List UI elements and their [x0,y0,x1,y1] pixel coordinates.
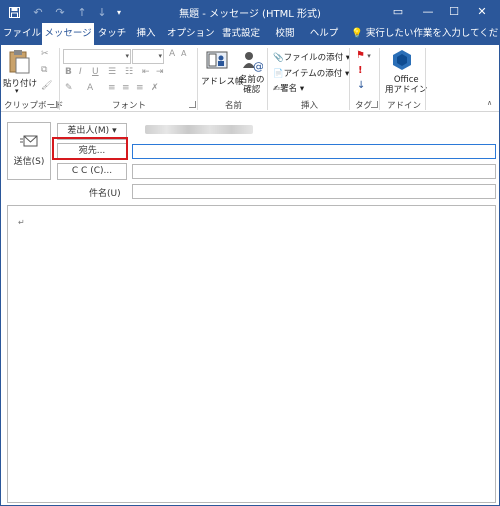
addins-group-label: アドイン [387,101,422,111]
tags-group-label: タグ [355,101,373,111]
high-importance-icon[interactable]: ! [358,65,363,76]
numbering-icon[interactable]: ☷ [125,67,133,77]
address-book-icon[interactable] [206,50,230,72]
attach-item-button[interactable]: 📄アイテムの添付 ▾ [273,67,349,79]
office-addins-icon[interactable] [392,49,414,73]
send-button[interactable]: 送信(S) [7,122,51,180]
group-divider [425,48,426,110]
send-label: 送信(S) [13,157,45,167]
bullets-icon[interactable]: ☰ [108,67,116,77]
svg-text:@: @ [253,60,263,72]
underline-button[interactable]: U [92,67,99,77]
tab-file[interactable]: ファイル [3,23,41,45]
follow-up-flag-icon[interactable]: ⚑ ▾ [356,50,371,61]
outlook-item-icon: 📄 [273,69,284,79]
tab-review[interactable]: 校閲 [271,23,299,45]
shrink-font-icon[interactable]: A [181,49,186,58]
subject-label: 件名(U) [89,189,121,199]
names-group-label: 名前 [225,101,243,111]
attach-file-label: ファイルの添付 [283,53,344,63]
group-divider [197,48,198,110]
indent-icon[interactable]: ⇥ [156,67,164,77]
grow-font-icon[interactable]: A [169,49,175,59]
font-color-icon[interactable]: A [87,83,93,93]
sender-address [145,125,253,134]
tell-me-box[interactable]: 💡 実行したい作業を入力してください [351,23,499,45]
font-name-combo[interactable]: ▾ [63,49,131,64]
lightbulb-icon: 💡 [351,28,363,39]
title-bar: ↶ ↷ ↑ ↓ ▾ 無題 - メッセージ (HTML 形式) ▭ — ☐ ✕ [1,1,499,23]
tags-launcher-icon[interactable] [371,101,378,108]
check-names-icon[interactable]: @ [241,50,264,73]
highlight-color-icon[interactable]: ✎ [65,83,73,93]
italic-button[interactable]: I [79,67,82,77]
align-right-icon[interactable]: ≡ [136,83,144,93]
chevron-down-icon: ▾ [112,126,117,136]
clipboard-launcher-icon[interactable] [50,101,57,108]
group-divider [267,48,268,110]
attach-file-button[interactable]: 📎ファイルの添付 ▾ [273,51,350,63]
outlook-message-window: ↶ ↷ ↑ ↓ ▾ 無題 - メッセージ (HTML 形式) ▭ — ☐ ✕ フ… [0,0,500,506]
tell-me-text: 実行したい作業を入力してください [365,28,499,39]
minimize-button[interactable]: — [415,3,441,21]
tab-options[interactable]: オプション [167,23,215,45]
font-group-label: フォント [112,101,147,111]
ribbon: 貼り付け ▾ ✂ ⧉ 🖌 クリップボード ▾ ▾ A A B I U ☰ ☷ ⇤… [1,45,499,112]
font-launcher-icon[interactable] [189,101,196,108]
group-divider [349,48,350,110]
tab-help[interactable]: ヘルプ [307,23,341,45]
signature-button[interactable]: ✍署名 ▾ [273,82,304,94]
format-painter-icon[interactable]: 🖌 [41,81,52,91]
include-group-label: 挿入 [301,101,319,111]
chevron-down-icon: ▾ [297,84,305,94]
ribbon-tab-bar: ファイル メッセージ タッチ 挿入 オプション 書式設定 校閲 ヘルプ 💡 実行… [1,23,499,45]
paste-dropdown-icon[interactable]: ▾ [15,87,19,95]
ribbon-display-options-button[interactable]: ▭ [385,3,411,21]
font-size-combo[interactable]: ▾ [132,49,164,64]
subject-field[interactable] [132,184,496,199]
message-body[interactable]: ↵ [7,205,496,503]
low-importance-icon[interactable]: ↓ [357,80,365,91]
maximize-button[interactable]: ☐ [441,3,467,21]
group-divider [59,48,60,110]
address-book-label[interactable]: アドレス帳 [201,75,244,87]
paste-icon[interactable] [7,49,33,77]
outdent-icon[interactable]: ⇤ [142,67,150,77]
tab-format-text[interactable]: 書式設定 [219,23,263,45]
align-left-icon[interactable]: ≡ [108,83,116,93]
paste-button-label[interactable]: 貼り付け [3,77,37,89]
office-addins-label[interactable]: Office 用アドイン [385,75,428,95]
group-divider [379,48,380,110]
check-names-label[interactable]: 名前の 確認 [239,75,265,95]
copy-icon[interactable]: ⧉ [41,65,47,75]
tab-insert[interactable]: 挿入 [132,23,160,45]
tab-touch[interactable]: タッチ [97,23,127,45]
tab-message[interactable]: メッセージ [42,23,94,45]
close-button[interactable]: ✕ [469,3,495,21]
paperclip-icon: 📎 [273,53,284,63]
send-icon [8,135,50,150]
cut-icon[interactable]: ✂ [41,49,49,59]
paragraph-mark: ↵ [18,218,25,227]
bold-button[interactable]: B [65,67,72,77]
cc-button[interactable]: C C (C)... [57,163,127,180]
attach-item-label: アイテムの添付 [283,69,343,79]
align-center-icon[interactable]: ≡ [122,83,130,93]
to-field[interactable] [132,144,496,159]
from-label: 差出人(M) [67,126,110,136]
clear-formatting-icon[interactable]: ✗ [151,83,159,93]
signature-label: 署名 [280,84,298,94]
collapse-ribbon-icon[interactable]: ∧ [487,99,492,107]
highlight-box [52,137,128,160]
cc-field[interactable] [132,164,496,179]
